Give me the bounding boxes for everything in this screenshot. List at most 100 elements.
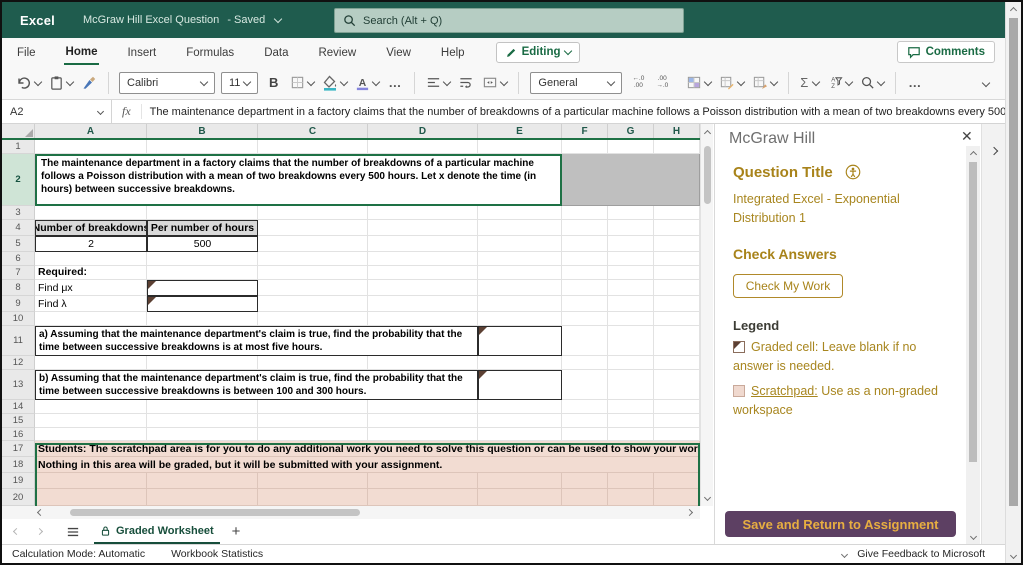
scroll-down-icon[interactable] [701,490,714,504]
cell-A11[interactable]: a) Assuming that the maintenance departm… [35,326,478,356]
cell-E16[interactable] [478,428,562,441]
scroll-up-icon[interactable] [701,126,714,140]
cell-A17[interactable]: Students: The scratchpad area is for you… [35,441,700,457]
cell-H10[interactable] [654,312,700,326]
cell-E14[interactable] [478,400,562,414]
cell-A10[interactable] [35,312,147,326]
merge-cells-button[interactable] [482,75,509,90]
cell-E10[interactable] [478,312,562,326]
cell-A14[interactable] [35,400,147,414]
bold-button[interactable]: B [269,75,278,90]
document-title[interactable]: McGraw Hill Excel Question [83,14,219,26]
cell-B12[interactable] [147,356,258,370]
font-color-button[interactable]: A [355,75,381,91]
search-input[interactable]: Search (Alt + Q) [334,8,684,33]
cell-E15[interactable] [478,414,562,428]
tab-home[interactable]: Home [63,40,100,65]
cell-C8[interactable] [258,280,368,296]
tab-insert[interactable]: Insert [125,41,158,64]
row-header-10[interactable]: 10 [2,312,35,326]
collapse-panel-chevron-icon[interactable] [989,146,999,156]
cell-H11[interactable] [654,326,700,356]
column-header-B[interactable]: B [147,124,258,138]
check-my-work-button[interactable]: Check My Work [733,274,843,298]
cell-F9[interactable] [562,296,608,312]
column-header-A[interactable]: A [35,124,147,138]
cell-C10[interactable] [258,312,368,326]
increase-decimal-button[interactable]: .00 →.0 [656,75,668,89]
cell-B19[interactable] [147,473,258,489]
cell-H9[interactable] [654,296,700,312]
cell-E12[interactable] [478,356,562,370]
cell-C20[interactable] [258,489,368,506]
scroll-right-icon[interactable] [685,508,694,517]
cell-F3[interactable] [562,206,608,220]
feedback-link[interactable]: Give Feedback to Microsoft [857,548,985,560]
tab-file[interactable]: File [15,41,38,64]
cell-A15[interactable] [35,414,147,428]
cell-E11[interactable] [478,326,562,356]
vertical-scroll-thumb[interactable] [703,146,711,204]
cell-D6[interactable] [368,252,478,266]
workbook-statistics-button[interactable]: Workbook Statistics [171,548,263,560]
decrease-decimal-button[interactable]: ←.0.00 [632,75,644,89]
row-header-20[interactable]: 20 [2,489,35,506]
cell-styles-button[interactable] [752,75,779,90]
row-header-17[interactable]: 17 [2,441,35,457]
tab-data[interactable]: Data [262,41,290,64]
row-header-11[interactable]: 11 [2,326,35,356]
cell-C1[interactable] [258,140,368,154]
cell-A5[interactable]: 2 [35,236,147,252]
excel-logo[interactable]: Excel [20,13,55,28]
cell-B8[interactable] [147,280,258,296]
cell-F8[interactable] [562,280,608,296]
tab-review[interactable]: Review [316,41,358,64]
app-scroll-down-icon[interactable] [1006,548,1021,562]
row-header-14[interactable]: 14 [2,400,35,414]
cell-F15[interactable] [562,414,608,428]
conditional-formatting-button[interactable] [686,75,713,90]
cell-G5[interactable] [608,236,654,252]
cell-H7[interactable] [654,266,700,280]
cell-G20[interactable] [608,489,654,506]
cell-F6[interactable] [562,252,608,266]
row-header-3[interactable]: 3 [2,206,35,220]
cell-G10[interactable] [608,312,654,326]
row-header-13[interactable]: 13 [2,370,35,400]
cell-F16[interactable] [562,428,608,441]
cell-F1[interactable] [562,140,608,154]
cell-E7[interactable] [478,266,562,280]
cell-A16[interactable] [35,428,147,441]
sheet-tab-graded-worksheet[interactable]: Graded Worksheet [94,519,220,544]
cell-A19[interactable] [35,473,147,489]
undo-button[interactable] [16,75,43,91]
row-header-2[interactable]: 2 [2,154,35,206]
cell-A2[interactable]: The maintenance department in a factory … [35,154,562,206]
cell-B9[interactable] [147,296,258,312]
cell-D4[interactable] [368,220,478,236]
cell-A1[interactable] [35,140,147,154]
cell-F10[interactable] [562,312,608,326]
formula-input[interactable]: The maintenance department in a factory … [142,106,1021,118]
cell-B4[interactable]: Per number of hours [147,220,258,236]
column-header-E[interactable]: E [478,124,562,138]
wrap-text-button[interactable] [458,75,474,90]
cell-C12[interactable] [258,356,368,370]
cell-B5[interactable]: 500 [147,236,258,252]
borders-button[interactable] [290,75,316,90]
cell-F20[interactable] [562,489,608,506]
cell-A12[interactable] [35,356,147,370]
cell-E13[interactable] [478,370,562,400]
cell-A20[interactable] [35,489,147,506]
accessibility-icon[interactable] [845,164,861,180]
cell-G6[interactable] [608,252,654,266]
row-header-8[interactable]: 8 [2,280,35,296]
cell-D1[interactable] [368,140,478,154]
column-header-C[interactable]: C [258,124,368,138]
fill-color-button[interactable] [322,75,349,91]
cell-B14[interactable] [147,400,258,414]
cell-G12[interactable] [608,356,654,370]
cell-B20[interactable] [147,489,258,506]
row-header-4[interactable]: 4 [2,220,35,236]
cell-E3[interactable] [478,206,562,220]
